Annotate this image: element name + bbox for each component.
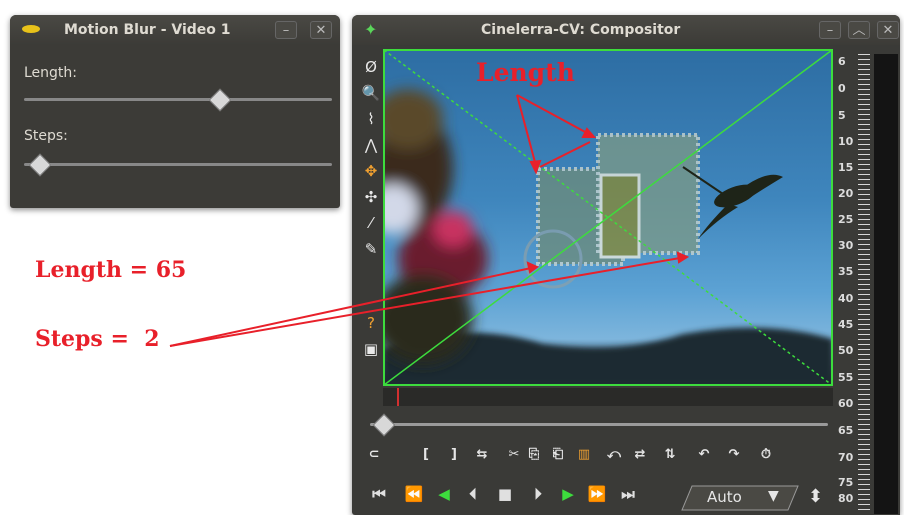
- meter-tick: 60: [838, 397, 854, 410]
- close-button[interactable]: ✕: [877, 21, 899, 39]
- zoom-value: Auto: [707, 488, 742, 506]
- meter-tick: 55: [838, 371, 854, 384]
- minimize-button[interactable]: –: [819, 21, 841, 39]
- clip-icon[interactable]: ▥: [574, 444, 594, 466]
- meter-tick: 35: [838, 265, 854, 278]
- stop-icon[interactable]: ■: [494, 483, 516, 505]
- meter-tick: 0: [838, 82, 846, 95]
- protect-icon[interactable]: Ø: [360, 56, 382, 78]
- meter-tick: 65: [838, 424, 854, 437]
- cinelerra-icon: ✦: [364, 20, 378, 39]
- minimize-button[interactable]: –: [275, 21, 297, 39]
- steps-slider-thumb[interactable]: [28, 153, 52, 177]
- meter-tick: 30: [838, 239, 854, 252]
- maximize-button[interactable]: ︿: [848, 21, 870, 39]
- zoom-select[interactable]: Auto ▼: [680, 485, 800, 511]
- zoom-spin-icon[interactable]: ⬍: [808, 486, 823, 507]
- close-button[interactable]: ✕: [310, 21, 332, 39]
- splice-icon[interactable]: ⇆: [472, 444, 492, 466]
- play-icon[interactable]: ▶: [557, 483, 579, 505]
- copy-icon[interactable]: ⎘: [524, 444, 544, 466]
- eyedropper-icon[interactable]: ✎: [360, 238, 382, 260]
- projector-icon[interactable]: ✣: [360, 186, 382, 208]
- go-to-end-icon[interactable]: ⏭: [617, 483, 639, 505]
- length-annotation: Length: [476, 58, 575, 87]
- meter-tick: 80: [838, 492, 854, 505]
- out-point-icon[interactable]: ]: [444, 444, 464, 466]
- window-title: Cinelerra-CV: Compositor: [481, 22, 681, 38]
- steps-slider-track[interactable]: [24, 163, 332, 166]
- meter-tick: 5: [838, 109, 846, 122]
- fast-forward-icon[interactable]: ⏩: [586, 483, 608, 505]
- meter-bar: [874, 54, 898, 514]
- zoom-icon[interactable]: 🔍: [360, 82, 382, 104]
- steps-value-annotation: Steps = 2: [35, 326, 160, 352]
- help-icon[interactable]: ?: [360, 312, 382, 334]
- position-slider-track[interactable]: [370, 423, 828, 426]
- motion-blur-window: Motion Blur - Video 1 – ✕ Length: Steps:: [10, 15, 340, 208]
- playhead-marker: [397, 388, 399, 406]
- length-value-annotation: Length = 65: [35, 257, 187, 283]
- crop-icon[interactable]: ⁄: [360, 212, 382, 234]
- length-slider-track[interactable]: [24, 98, 332, 101]
- meter-tick: 20: [838, 187, 854, 200]
- timeline-bar[interactable]: [383, 388, 833, 406]
- mask-icon[interactable]: ⌇: [360, 108, 382, 130]
- go-to-start-icon[interactable]: ⏮: [368, 483, 390, 505]
- video-canvas[interactable]: [383, 49, 833, 386]
- steps-label: Steps:: [24, 128, 68, 144]
- meter-scale: [858, 54, 870, 514]
- chevron-down-icon: ▼: [768, 488, 779, 504]
- length-label: Length:: [24, 65, 78, 81]
- frame-forward-icon[interactable]: ⏵: [527, 483, 549, 505]
- in-point-icon[interactable]: [: [416, 444, 436, 466]
- video-frame: [383, 49, 833, 386]
- tool-column: Ø 🔍 ⌇ ⋀ ✥ ✣ ⁄ ✎ ? ▣: [356, 50, 384, 360]
- meter-tick: 75: [838, 476, 854, 489]
- snapshot-icon[interactable]: ⊂: [364, 444, 384, 466]
- camera-icon[interactable]: ✥: [360, 160, 382, 182]
- window-title: Motion Blur - Video 1: [64, 22, 231, 38]
- redo-icon[interactable]: ↷: [724, 444, 744, 466]
- meter-tick: 10: [838, 135, 854, 148]
- plugin-icon: [22, 25, 40, 33]
- frame-back-icon[interactable]: ⏴: [462, 483, 484, 505]
- timer-icon[interactable]: ⏱: [756, 444, 776, 466]
- next-label-icon[interactable]: ⇅: [660, 444, 680, 466]
- label-icon[interactable]: ⤺: [604, 444, 624, 466]
- paste-icon[interactable]: ⎗: [548, 444, 568, 466]
- meter-tick: 40: [838, 292, 854, 305]
- meter-tick: 15: [838, 161, 854, 174]
- length-slider-thumb[interactable]: [208, 88, 232, 112]
- meter-tick: 25: [838, 213, 854, 226]
- undo-icon[interactable]: ↶: [694, 444, 714, 466]
- compositor-titlebar[interactable]: ✦ Cinelerra-CV: Compositor – ︿ ✕: [352, 15, 900, 45]
- ruler-icon[interactable]: ⋀: [360, 134, 382, 156]
- meter-tick: 6: [838, 55, 846, 68]
- cut-icon[interactable]: ✂: [504, 444, 524, 466]
- motion-blur-titlebar[interactable]: Motion Blur - Video 1 – ✕: [10, 15, 340, 45]
- reverse-icon[interactable]: ◀: [433, 483, 455, 505]
- meter-tick: 70: [838, 451, 854, 464]
- meter-tick: 50: [838, 344, 854, 357]
- fast-reverse-icon[interactable]: ⏪: [403, 483, 425, 505]
- safe-region-icon[interactable]: ▣: [360, 338, 382, 360]
- prev-label-icon[interactable]: ⇄: [630, 444, 650, 466]
- meter-tick: 45: [838, 318, 854, 331]
